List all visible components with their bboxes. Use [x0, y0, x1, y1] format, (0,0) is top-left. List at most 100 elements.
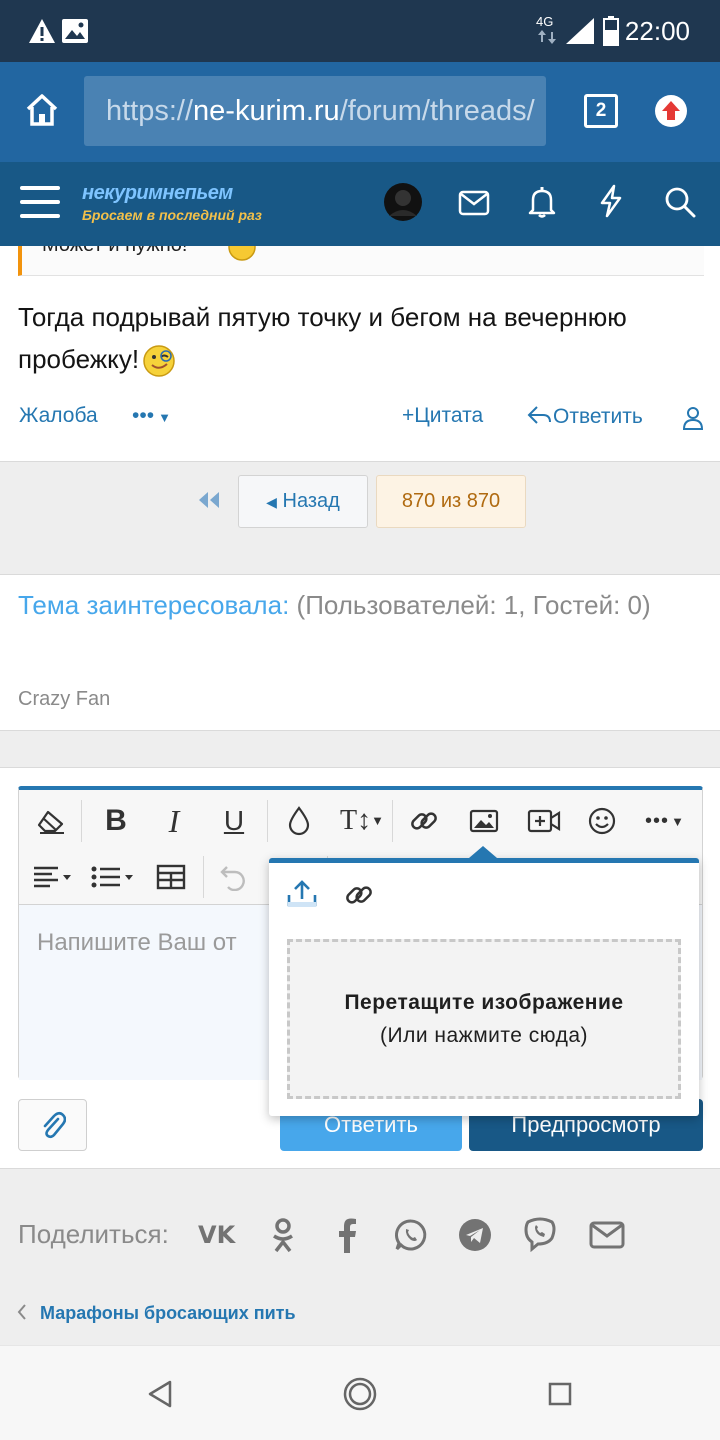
popup-caret: [469, 846, 497, 858]
drop-hint: (Или нажмите сюда): [379, 1024, 588, 1047]
message-placeholder: Напишите Ваш от: [37, 929, 237, 956]
network-type: 4G: [536, 14, 554, 29]
site-tagline: Бросаем в последний раз: [82, 207, 262, 223]
caret-down-icon: ▼: [158, 410, 171, 425]
post: Может и нужно! Тогда подрывай пятую точк…: [0, 246, 720, 461]
color-drop-icon[interactable]: [274, 796, 324, 846]
viewers-title[interactable]: Тема заинтересовала:: [18, 590, 289, 620]
eraser-icon[interactable]: [26, 796, 76, 846]
forum-header: некуримнепьем Бросаем в последний раз: [0, 162, 720, 246]
toolbar-separator: [392, 800, 393, 842]
link-icon[interactable]: [399, 796, 449, 846]
align-icon[interactable]: [26, 852, 82, 902]
back-triangle-icon[interactable]: [146, 1379, 174, 1409]
warning-icon: [28, 18, 56, 44]
toolbar-separator: [203, 856, 204, 898]
menu-icon[interactable]: [20, 184, 60, 220]
tab-count: 2: [595, 100, 607, 121]
android-nav-bar: [0, 1345, 720, 1440]
viewer-user[interactable]: Crazy Fan: [18, 688, 110, 711]
page-indicator[interactable]: 870 из 870: [376, 475, 526, 528]
url-prefix: https://: [106, 95, 194, 127]
vk-icon[interactable]: VK: [198, 1219, 238, 1249]
reply-link[interactable]: Ответить: [527, 404, 643, 429]
undo-icon[interactable]: [209, 852, 259, 902]
user-icon[interactable]: [682, 406, 704, 430]
avatar[interactable]: [383, 182, 423, 222]
wink-emoji-icon: [141, 344, 177, 378]
quote-text: Может и нужно!: [42, 246, 187, 257]
table-icon[interactable]: [146, 852, 196, 902]
insert-image-popup: Перетащите изображение (Или нажмите сюда…: [269, 846, 699, 1116]
pagination-bar: ◀ Назад 870 из 870: [0, 461, 720, 575]
drop-title: Перетащите изображение: [344, 991, 624, 1014]
attach-button[interactable]: [18, 1099, 87, 1151]
home-icon[interactable]: [24, 92, 60, 128]
chevron-left-icon: [16, 1303, 28, 1321]
image-url-link-icon[interactable]: [343, 879, 375, 911]
email-share-icon[interactable]: [589, 1221, 625, 1249]
image-notification-icon: [62, 19, 88, 43]
breadcrumb-link[interactable]: Марафоны бросающих пить: [40, 1303, 296, 1324]
quote-label: Цитата: [414, 404, 484, 427]
smile-emoji-icon: [227, 246, 257, 262]
emoji-icon[interactable]: [577, 796, 627, 846]
browser-toolbar: https://ne-kurim.ru/forum/threads/ 2: [0, 62, 720, 162]
italic-icon[interactable]: I: [149, 796, 199, 846]
report-link[interactable]: Жалоба: [19, 404, 98, 428]
video-icon[interactable]: [519, 796, 569, 846]
bell-icon[interactable]: [528, 186, 556, 218]
viewers-counts: (Пользователей: 1, Гостей: 0): [296, 590, 651, 620]
upload-icon[interactable]: [285, 879, 319, 909]
lightning-icon[interactable]: [598, 184, 624, 218]
font-size-icon[interactable]: T↕ ▼: [332, 796, 392, 846]
reply-icon: [527, 404, 553, 426]
back-button[interactable]: ◀ Назад: [238, 475, 368, 528]
more-actions-button[interactable]: ••• ▼: [132, 404, 171, 428]
more-tools-icon[interactable]: ••• ▼: [637, 796, 693, 846]
spacer: [0, 731, 720, 767]
mail-icon[interactable]: [458, 190, 490, 216]
more-label: •••: [132, 404, 155, 427]
image-icon[interactable]: [459, 796, 509, 846]
reply-label: Ответить: [553, 405, 643, 428]
plus-icon: +: [402, 404, 415, 427]
home-circle-icon[interactable]: [342, 1376, 378, 1412]
url-domain: ne-kurim.ru: [193, 95, 340, 127]
signal-icon: [566, 18, 594, 44]
status-bar: 4G 22:00: [0, 0, 720, 62]
site-logo[interactable]: некуримнепьем: [82, 182, 233, 205]
tabs-button[interactable]: 2: [584, 94, 618, 128]
post-body: Тогда подрывай пятую точку и бегом на ве…: [18, 296, 708, 380]
underline-icon[interactable]: U: [209, 796, 259, 846]
url-bar[interactable]: https://ne-kurim.ru/forum/threads/: [84, 76, 546, 146]
first-page-icon[interactable]: [196, 490, 222, 510]
paperclip-icon: [40, 1110, 66, 1140]
back-label: Назад: [282, 490, 340, 512]
share-label: Поделиться:: [18, 1219, 169, 1249]
data-arrows-icon: [537, 30, 557, 44]
footer-area: Поделиться: VK Марафоны бросающих пить: [0, 1169, 720, 1345]
search-icon[interactable]: [664, 186, 696, 218]
page-info: 870 из 870: [401, 490, 501, 512]
toolbar-separator: [267, 800, 268, 842]
quote-button[interactable]: +Цитата: [402, 404, 483, 428]
bold-icon[interactable]: B: [91, 796, 141, 846]
viber-icon[interactable]: [522, 1216, 558, 1252]
odnoklassniki-icon[interactable]: [270, 1217, 296, 1253]
facebook-icon[interactable]: [336, 1217, 358, 1253]
image-drop-zone[interactable]: Перетащите изображение (Или нажмите сюда…: [287, 939, 681, 1099]
caret-left-icon: ◀: [266, 494, 277, 510]
svg-text:VK: VK: [198, 1221, 237, 1249]
quote-block: Может и нужно!: [18, 246, 704, 276]
recents-square-icon[interactable]: [548, 1382, 572, 1406]
upload-arrow-icon[interactable]: [654, 94, 688, 128]
thread-viewers: Тема заинтересовала: (Пользователей: 1, …: [0, 575, 720, 731]
list-icon[interactable]: [86, 852, 142, 902]
post-text: Тогда подрывай пятую точку и бегом на ве…: [18, 302, 627, 374]
clock: 22:00: [624, 16, 690, 46]
telegram-icon[interactable]: [458, 1218, 492, 1252]
url-path: /forum/threads/: [339, 95, 535, 127]
whatsapp-icon[interactable]: [394, 1218, 428, 1252]
toolbar-separator: [81, 800, 82, 842]
